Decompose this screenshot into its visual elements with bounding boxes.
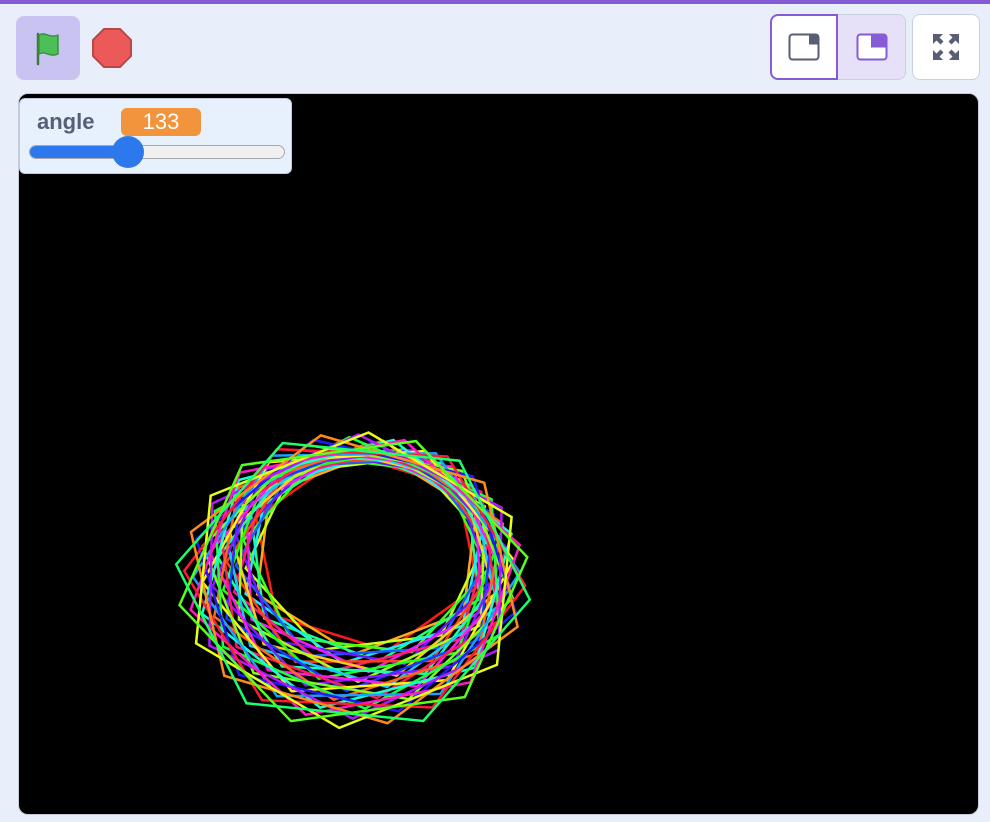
green-flag-button[interactable] xyxy=(16,16,80,80)
spiral-artwork xyxy=(174,431,532,730)
stage-layout-toggle xyxy=(770,14,906,80)
large-stage-button[interactable] xyxy=(838,14,906,80)
small-stage-layout-icon xyxy=(788,33,820,61)
stop-button[interactable] xyxy=(88,24,136,72)
small-stage-button[interactable] xyxy=(770,14,838,80)
monitor-label: angle xyxy=(37,109,95,134)
fullscreen-icon xyxy=(933,34,959,60)
variable-monitor-angle[interactable]: angle 133 xyxy=(19,98,292,174)
fullscreen-button[interactable] xyxy=(912,14,980,80)
stage-canvas[interactable]: angle 133 xyxy=(18,93,979,815)
monitor-value: 133 xyxy=(121,108,201,136)
large-stage-layout-icon xyxy=(856,33,887,61)
angle-slider-thumb[interactable] xyxy=(111,136,144,168)
stop-sign-icon xyxy=(92,28,132,68)
angle-slider-track[interactable] xyxy=(29,145,285,159)
stage-toolbar xyxy=(0,4,990,92)
green-flag-icon xyxy=(36,32,59,66)
